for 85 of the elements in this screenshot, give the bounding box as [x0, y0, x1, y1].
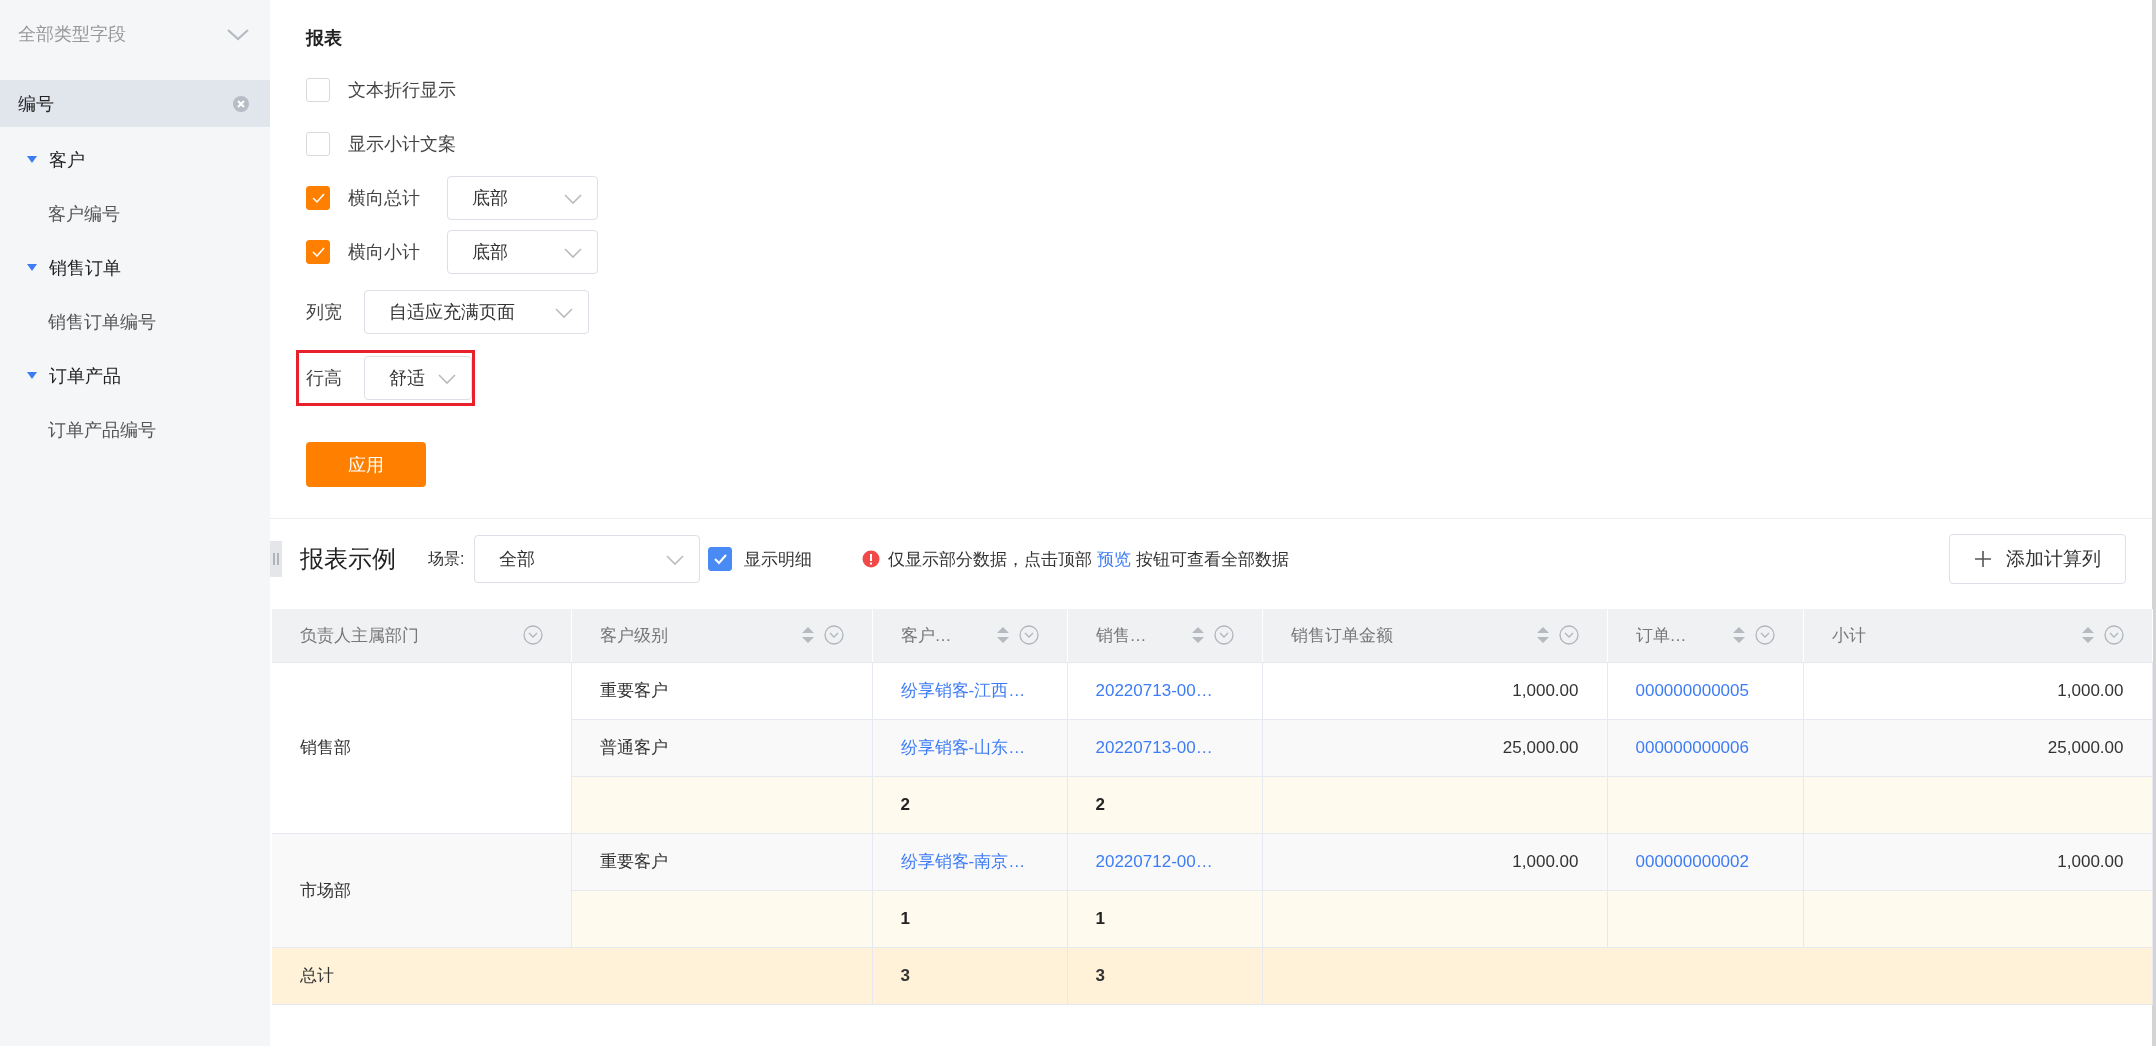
table-link[interactable]: 纷享销客-江西… — [872, 662, 1067, 719]
table-link[interactable]: 纷享销客-山东… — [872, 719, 1067, 776]
table-cell: 3 — [872, 947, 1067, 1004]
table-cell: 2 — [872, 776, 1067, 833]
column-header[interactable]: 销售订单金额 — [1262, 609, 1607, 662]
dropdown[interactable]: 舒适 — [364, 356, 472, 400]
table-link[interactable]: 000000000002 — [1607, 833, 1803, 890]
column-header[interactable]: 订单… — [1607, 609, 1803, 662]
alert-icon — [862, 550, 881, 568]
table-link[interactable]: 000000000005 — [1607, 662, 1803, 719]
column-header[interactable]: 小计 — [1803, 609, 2152, 662]
checkbox-label: 横向总计 — [348, 187, 420, 210]
table-cell: 1,000.00 — [1262, 662, 1607, 719]
resize-handle[interactable] — [270, 541, 282, 577]
field-item[interactable]: 客户编号 — [0, 187, 270, 241]
checkbox-label: 文本折行显示 — [348, 79, 456, 102]
table-cell: 3 — [1067, 947, 1262, 1004]
caret-down-icon — [27, 264, 37, 272]
table-cell: 1,000.00 — [1803, 833, 2152, 890]
table-cell: 重要客户 — [571, 833, 872, 890]
checkbox[interactable] — [708, 547, 733, 571]
position-dropdown[interactable]: 底部 — [447, 230, 598, 274]
checkbox-label: 横向小计 — [348, 241, 420, 264]
filter-icon[interactable] — [1558, 625, 1579, 646]
table-cell: 1,000.00 — [1803, 662, 2152, 719]
section-title: 报表 — [306, 27, 343, 50]
filter-icon[interactable] — [522, 625, 543, 646]
sort-icon — [996, 627, 1009, 644]
field-label: 列宽 — [306, 301, 342, 324]
checkbox[interactable] — [306, 240, 330, 264]
field-type-dropdown[interactable]: 全部类型字段 — [0, 0, 270, 64]
table-cell: 普通客户 — [571, 719, 872, 776]
filter-icon[interactable] — [2103, 625, 2124, 646]
field-item[interactable]: 订单产品编号 — [0, 403, 270, 457]
preview-link[interactable]: 预览 — [1097, 549, 1132, 569]
table-cell: 重要客户 — [571, 662, 872, 719]
column-header[interactable]: 客户级别 — [571, 609, 872, 662]
sort-icon — [1191, 627, 1204, 644]
position-dropdown[interactable]: 底部 — [447, 176, 598, 220]
tree-group[interactable]: 客户 — [0, 133, 270, 187]
dropdown[interactable]: 自适应充满页面 — [364, 290, 589, 334]
scene-dropdown[interactable]: 全部 — [474, 535, 701, 583]
table-cell: 销售部 — [272, 662, 571, 833]
checkbox-label: 显示小计文案 — [348, 133, 456, 156]
table-cell: 2 — [1067, 776, 1262, 833]
sort-icon — [1732, 627, 1745, 644]
grip-icon — [273, 553, 279, 565]
field-label: 场景: — [428, 548, 465, 569]
table-cell: 25,000.00 — [1262, 719, 1607, 776]
table-link[interactable]: 20220713-00… — [1067, 719, 1262, 776]
notice-text: 仅显示部分数据，点击顶部 预览 按钮可查看全部数据 — [888, 548, 1289, 571]
table-link[interactable]: 20220712-00… — [1067, 833, 1262, 890]
table-cell: 1,000.00 — [1262, 833, 1607, 890]
search-tag-label: 编号 — [18, 92, 54, 116]
plus-icon — [1974, 550, 1992, 568]
filter-icon[interactable] — [1018, 625, 1039, 646]
table-cell: 25,000.00 — [1803, 719, 2152, 776]
tree-group[interactable]: 订单产品 — [0, 349, 270, 403]
field-item[interactable]: 销售订单编号 — [0, 295, 270, 349]
apply-button[interactable]: 应用 — [306, 442, 426, 487]
checkbox[interactable] — [306, 186, 330, 210]
table-link[interactable]: 000000000006 — [1607, 719, 1803, 776]
clear-icon[interactable] — [232, 94, 250, 113]
column-header[interactable]: 客户… — [872, 609, 1067, 662]
field-label: 行高 — [306, 367, 342, 390]
checkbox-label: 显示明细 — [744, 548, 813, 571]
column-header[interactable]: 负责人主属部门 — [272, 609, 571, 662]
sort-icon — [2081, 627, 2094, 644]
filter-icon[interactable] — [1213, 625, 1234, 646]
sort-icon — [801, 627, 814, 644]
table-cell: 1 — [872, 890, 1067, 947]
column-header[interactable]: 销售… — [1067, 609, 1262, 662]
section-title: 报表示例 — [300, 544, 396, 574]
add-column-button[interactable]: 添加计算列 — [1949, 534, 2126, 584]
filter-icon[interactable] — [823, 625, 844, 646]
caret-down-icon — [27, 156, 37, 164]
sort-icon — [1536, 627, 1549, 644]
tree-group[interactable]: 销售订单 — [0, 241, 270, 295]
table-cell: 1 — [1067, 890, 1262, 947]
table-link[interactable]: 纷享销客-南京… — [872, 833, 1067, 890]
table-cell: 总计 — [272, 947, 872, 1004]
filter-icon[interactable] — [1754, 625, 1775, 646]
table-link[interactable]: 20220713-00… — [1067, 662, 1262, 719]
table-cell: 市场部 — [272, 833, 571, 947]
caret-down-icon — [27, 372, 37, 380]
